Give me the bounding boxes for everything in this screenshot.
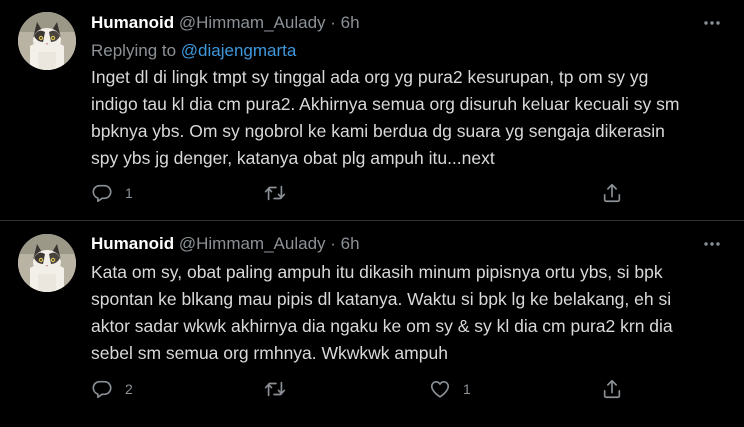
share-upload-icon — [603, 379, 621, 399]
author-name[interactable]: Humanoid — [91, 234, 174, 253]
author-handle[interactable]: @Himmam_Aulady — [179, 234, 326, 253]
tweet-text-line: indigo tau kl dia cm pura2. Akhirnya sem… — [91, 94, 680, 114]
tweet-text-line: spy ybs jg denger, katanya obat plg ampu… — [91, 148, 495, 168]
cat-avatar-icon — [18, 12, 76, 70]
tweet-text-line: Inget dl di lingk tmpt sy tinggal ada or… — [91, 67, 649, 87]
tweet-header: Humanoid @Himmam_Aulady · 6h — [91, 233, 360, 255]
tweet[interactable]: Humanoid @Himmam_Aulady · 6h Kata om sy,… — [0, 221, 744, 427]
replying-mention-link[interactable]: @diajengmarta — [181, 41, 297, 60]
like-button[interactable]: 1 — [429, 377, 471, 401]
more-horizontal-icon — [704, 21, 720, 25]
tweet-timestamp[interactable]: 6h — [341, 234, 360, 253]
share-button[interactable] — [601, 181, 623, 205]
like-button[interactable] — [429, 181, 441, 205]
retweet-button[interactable] — [263, 377, 299, 401]
tweet[interactable]: Humanoid @Himmam_Aulady · 6h Replying to… — [0, 0, 744, 220]
tweet-timestamp[interactable]: 6h — [341, 13, 360, 32]
retweet-button[interactable] — [263, 181, 299, 205]
avatar[interactable] — [18, 12, 76, 70]
replying-prefix: Replying to — [91, 41, 177, 60]
tweet-text-line: spontan ke blkang mau pipis dl katanya. … — [91, 289, 672, 309]
tweet-text: Inget dl di lingk tmpt sy tinggal ada or… — [91, 64, 731, 172]
reply-button[interactable]: 1 — [91, 181, 133, 205]
tweet-header: Humanoid @Himmam_Aulady · 6h — [91, 12, 360, 34]
author-name[interactable]: Humanoid — [91, 13, 174, 32]
tweet-text-line: aktor sadar wkwk akhirnya dia ngaku ke o… — [91, 316, 673, 336]
retweet-icon — [264, 185, 286, 201]
tweet-text-line: bpknya ybs. Om sy ngobrol ke kami berdua… — [91, 121, 665, 141]
share-upload-icon — [603, 183, 621, 203]
tweet-text-line: Kata om sy, obat paling ampuh itu dikasi… — [91, 262, 663, 282]
like-count: 1 — [463, 381, 471, 397]
tweet-actions: 2 1 — [91, 377, 631, 401]
reply-count: 1 — [125, 185, 133, 201]
tweet-text-line: sebel sm semua org rmhnya. Wkwkwk ampuh — [91, 343, 448, 363]
cat-avatar-icon — [18, 234, 76, 292]
reply-bubble-icon — [92, 380, 112, 399]
author-handle[interactable]: @Himmam_Aulady — [179, 13, 326, 32]
replying-to: Replying to @diajengmarta — [91, 40, 296, 62]
header-separator: · — [330, 13, 336, 32]
more-options-button[interactable] — [702, 235, 722, 253]
tweet-actions: 1 — [91, 181, 631, 205]
more-horizontal-icon — [704, 242, 720, 246]
tweet-text: Kata om sy, obat paling ampuh itu dikasi… — [91, 259, 731, 367]
avatar[interactable] — [18, 234, 76, 292]
reply-bubble-icon — [92, 184, 112, 203]
header-separator: · — [330, 234, 336, 253]
reply-count: 2 — [125, 381, 133, 397]
heart-icon — [430, 381, 450, 398]
retweet-icon — [264, 381, 286, 397]
share-button[interactable] — [601, 377, 623, 401]
reply-button[interactable]: 2 — [91, 377, 133, 401]
more-options-button[interactable] — [702, 14, 722, 32]
